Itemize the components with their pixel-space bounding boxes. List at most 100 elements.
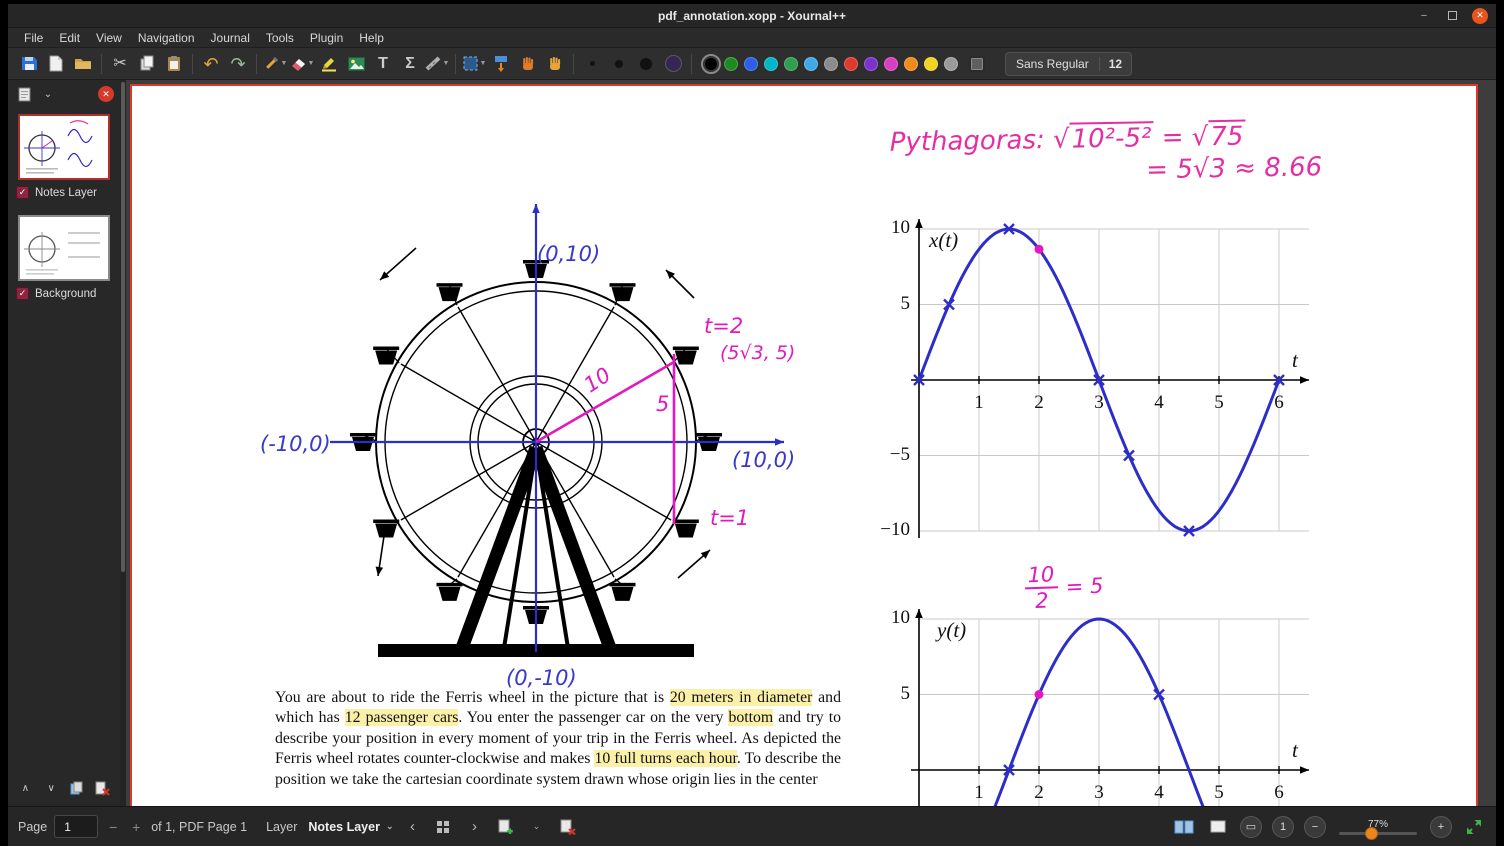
copy-icon[interactable] xyxy=(134,51,160,77)
insert-image-icon[interactable] xyxy=(343,51,369,77)
toolbar-separator xyxy=(192,54,193,74)
cut-icon[interactable]: ✂ xyxy=(107,51,133,77)
math-tex-icon[interactable]: Σ xyxy=(397,51,423,77)
duplicate-layer-icon[interactable] xyxy=(68,778,87,798)
menu-item-view[interactable]: View xyxy=(88,29,130,47)
previous-layer-icon[interactable]: ‹ xyxy=(400,815,424,839)
preview-pages-icon[interactable] xyxy=(14,84,34,104)
zoom-slider-thumb[interactable] xyxy=(1365,827,1378,840)
document-page[interactable]: Pythagoras: √10²-5² = √75 = 5√3 ≈ 8.66 (… xyxy=(130,84,1478,806)
layer-menu-chevron-icon[interactable]: ⌄ xyxy=(524,815,548,839)
pythagoras-annotation: Pythagoras: √10²-5² = √75 = 5√3 ≈ 8.66 xyxy=(889,120,1322,190)
window-title: pdf_annotation.xopp - Xournal++ xyxy=(658,9,846,23)
palette-color-icon[interactable] xyxy=(724,57,738,71)
page-decrement-icon[interactable]: − xyxy=(105,819,121,835)
page-increment-icon[interactable]: + xyxy=(128,819,144,835)
pen-icon[interactable]: ▼ xyxy=(262,51,288,77)
x-tick-label: 6 xyxy=(1259,392,1299,414)
add-layer-icon[interactable] xyxy=(493,815,517,839)
palette-color-icon[interactable] xyxy=(744,57,758,71)
palette-color-icon[interactable] xyxy=(784,57,798,71)
menu-item-journal[interactable]: Journal xyxy=(203,29,258,47)
menu-item-plugin[interactable]: Plugin xyxy=(302,29,351,47)
delete-layer-sidebar-icon[interactable] xyxy=(93,778,112,798)
select-object-icon[interactable] xyxy=(515,51,541,77)
palette-color-icon[interactable] xyxy=(704,57,718,71)
menu-item-help[interactable]: Help xyxy=(351,29,392,47)
sidebar-dropdown-icon[interactable]: ⌄ xyxy=(38,84,58,104)
layer-thumbnail-background[interactable] xyxy=(18,215,110,281)
palette-color-icon[interactable] xyxy=(764,57,778,71)
undo-icon[interactable]: ↶ xyxy=(198,51,224,77)
toolbar-separator xyxy=(256,54,257,74)
palette-color-icon[interactable] xyxy=(924,57,938,71)
dual-page-icon[interactable] xyxy=(1172,815,1196,839)
new-file-icon[interactable] xyxy=(43,51,69,77)
thickness-medium-icon[interactable] xyxy=(606,51,632,77)
wheel-label-bottom: (0,-10) xyxy=(506,666,577,690)
zoom-fit-icon[interactable]: ▭ xyxy=(1240,816,1262,838)
menu-item-tools[interactable]: Tools xyxy=(258,29,302,47)
presentation-icon[interactable] xyxy=(1206,815,1230,839)
layer-thumbnail-notes[interactable] xyxy=(18,114,110,180)
layer-row-background: Background xyxy=(16,287,112,300)
highlighted-text: 20 meters in diameter xyxy=(670,689,813,706)
delete-layer-icon[interactable] xyxy=(555,815,579,839)
layer-row-notes: Notes Layer xyxy=(16,186,112,199)
layer-grid-icon[interactable] xyxy=(431,815,455,839)
sidebar-close-icon[interactable]: ✕ xyxy=(98,86,114,102)
color-indicator-icon[interactable] xyxy=(660,51,686,77)
paste-icon[interactable] xyxy=(161,51,187,77)
close-icon[interactable]: ✕ xyxy=(1472,8,1488,24)
x-tick-label: 4 xyxy=(1139,782,1179,804)
graph-y-axis-label: t xyxy=(1292,738,1298,763)
palette-color-icon[interactable] xyxy=(824,57,838,71)
menu-item-file[interactable]: File xyxy=(16,29,51,47)
scrollbar-thumb[interactable] xyxy=(121,82,125,572)
palette-color-icon[interactable] xyxy=(804,57,818,71)
redo-icon[interactable]: ↷ xyxy=(225,51,251,77)
eraser-icon[interactable]: ▼ xyxy=(289,51,315,77)
fullscreen-icon[interactable] xyxy=(1462,815,1486,839)
wheel-label-height: 5 xyxy=(656,392,669,416)
palette-color-icon[interactable] xyxy=(904,57,918,71)
hand-tool-icon[interactable] xyxy=(542,51,568,77)
layer-label-notes: Notes Layer xyxy=(35,187,97,199)
maximize-icon[interactable] xyxy=(1444,8,1460,24)
layer-dropdown[interactable]: Notes Layer⌄ xyxy=(308,820,393,834)
zoom-out-icon[interactable]: − xyxy=(1304,816,1326,838)
palette-color-icon[interactable] xyxy=(864,57,878,71)
move-layer-up-icon[interactable]: ∧ xyxy=(16,778,35,798)
save-icon[interactable] xyxy=(16,51,42,77)
page-number-input[interactable]: 1 xyxy=(54,815,98,838)
open-folder-icon[interactable] xyxy=(70,51,96,77)
palette-color-icon[interactable] xyxy=(844,57,858,71)
custom-color-icon[interactable] xyxy=(962,51,988,77)
zoom-slider-track[interactable] xyxy=(1339,832,1417,835)
text-tool-icon[interactable]: T xyxy=(370,51,396,77)
document-canvas[interactable]: Pythagoras: √10²-5² = √75 = 5√3 ≈ 8.66 (… xyxy=(126,80,1496,806)
wheel-label-top: (0,10) xyxy=(537,242,600,266)
thickness-thick-icon[interactable] xyxy=(633,51,659,77)
select-rectangle-icon[interactable]: ▼ xyxy=(461,51,487,77)
palette-color-icon[interactable] xyxy=(944,57,958,71)
page-info: of 1, PDF Page 1 xyxy=(151,820,247,834)
menu-item-edit[interactable]: Edit xyxy=(51,29,88,47)
layer-checkbox-background[interactable] xyxy=(16,287,29,300)
menu-item-navigation[interactable]: Navigation xyxy=(130,29,203,47)
shape-tool-icon[interactable]: ▼ xyxy=(424,51,450,77)
minimize-icon[interactable]: − xyxy=(1416,8,1432,24)
move-layer-down-icon[interactable]: ∨ xyxy=(42,778,61,798)
app-window: pdf_annotation.xopp - Xournal++ − ✕ File… xyxy=(8,4,1496,846)
thickness-fine-icon[interactable] xyxy=(579,51,605,77)
zoom-in-icon[interactable]: + xyxy=(1430,816,1452,838)
next-layer-icon[interactable]: › xyxy=(462,815,486,839)
font-selector[interactable]: Sans Regular 12 xyxy=(1005,52,1132,76)
highlighter-icon[interactable] xyxy=(316,51,342,77)
palette-color-icon[interactable] xyxy=(884,57,898,71)
vertical-space-icon[interactable] xyxy=(488,51,514,77)
body-text: You are about to ride the Ferris wheel i… xyxy=(275,689,670,706)
zoom-original-icon[interactable]: 1 xyxy=(1272,816,1294,838)
zoom-slider[interactable]: 77% xyxy=(1336,819,1420,835)
layer-checkbox-notes[interactable] xyxy=(16,186,29,199)
